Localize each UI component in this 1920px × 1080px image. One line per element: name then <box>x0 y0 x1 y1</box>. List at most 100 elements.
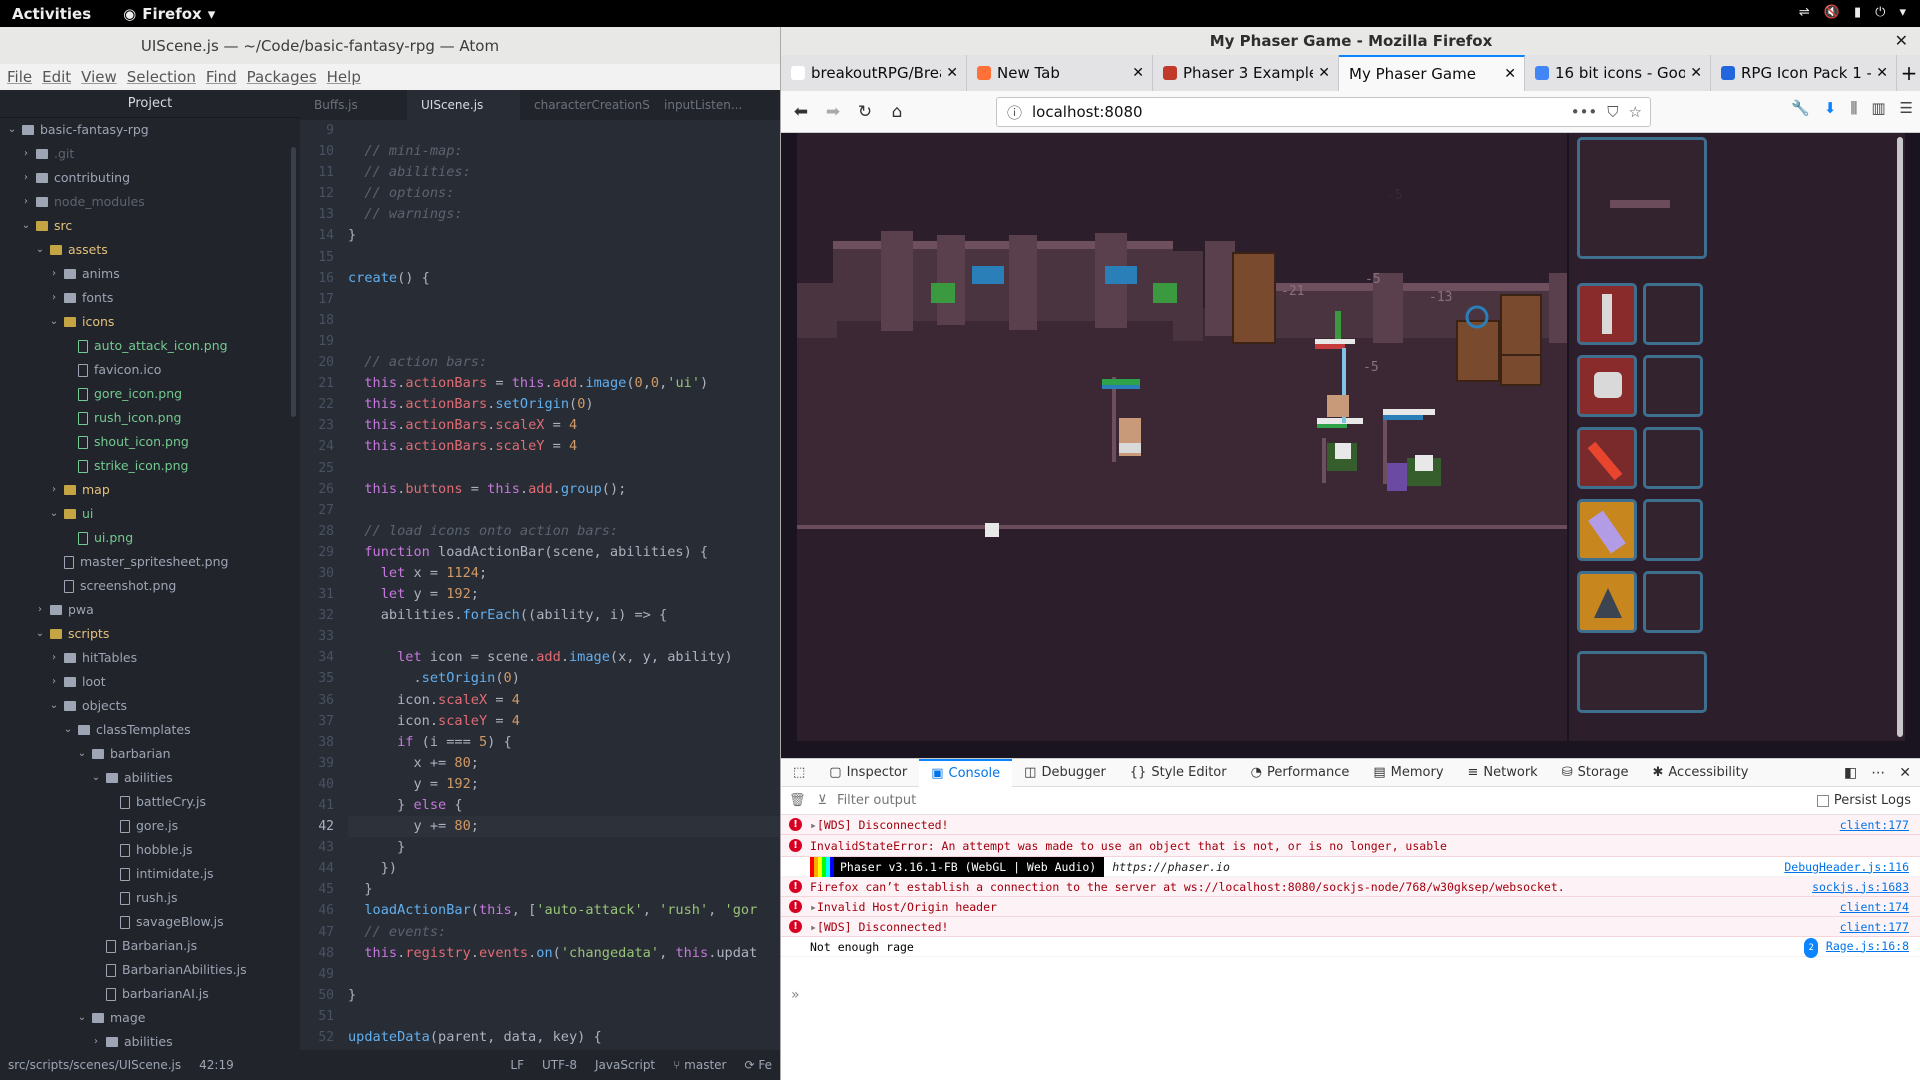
console-message[interactable]: Phaser v3.16.1-FB (WebGL | Web Audio) htt… <box>781 856 1920 877</box>
menu-file[interactable]: File <box>7 68 32 86</box>
tree-file[interactable]: master_spritesheet.png <box>0 550 300 574</box>
editor-tab[interactable]: characterCreationS... <box>520 90 650 120</box>
action-slot-strike[interactable] <box>1577 571 1637 633</box>
filter-output-input[interactable] <box>837 793 1438 808</box>
expand-arrow-icon[interactable]: ▸ <box>810 917 817 937</box>
action-slot-empty[interactable] <box>1643 427 1703 489</box>
action-slot-empty[interactable] <box>1643 283 1703 345</box>
tree-file[interactable]: intimidate.js <box>0 862 300 886</box>
tree-folder[interactable]: › hitTables <box>0 646 300 670</box>
tree-folder[interactable]: › .git <box>0 142 300 166</box>
devtools-tab-style-editor[interactable]: {} Style Editor <box>1118 759 1239 787</box>
browser-tab[interactable]: Phaser 3 Examples ✕ <box>1153 55 1339 91</box>
library-icon[interactable]: ⫼ <box>1850 99 1857 117</box>
tree-folder[interactable]: ⌄ classTemplates <box>0 718 300 742</box>
tab-close-icon[interactable]: ✕ <box>1318 55 1330 91</box>
tree-folder[interactable]: ⌄ basic-fantasy-rpg <box>0 118 300 142</box>
back-icon[interactable]: ⬅ <box>785 102 817 122</box>
status-encoding[interactable]: UTF-8 <box>542 1058 577 1072</box>
page-actions-icon[interactable]: ••• <box>1571 103 1598 121</box>
tree-folder[interactable]: › loot <box>0 670 300 694</box>
tree-file[interactable]: rush.js <box>0 886 300 910</box>
tree-folder[interactable]: › anims <box>0 262 300 286</box>
menu-packages[interactable]: Packages <box>247 68 317 86</box>
url-bar[interactable]: ⓘ localhost:8080 ••• ⛉ ☆ <box>996 97 1651 127</box>
console-source-link[interactable]: client:177 <box>1840 815 1909 835</box>
devtools-tab-console[interactable]: ▣ Console <box>919 758 1013 787</box>
status-fetch[interactable]: ⟳ Fe <box>744 1058 772 1072</box>
browser-tab[interactable]: New Tab ✕ <box>967 55 1153 91</box>
action-slot-empty[interactable] <box>1643 355 1703 417</box>
tree-scrollbar[interactable] <box>291 147 296 417</box>
tree-file[interactable]: auto_attack_icon.png <box>0 334 300 358</box>
console-message[interactable]: ! InvalidStateError: An attempt was made … <box>781 835 1920 857</box>
reload-icon[interactable]: ↻ <box>849 102 881 122</box>
tree-folder[interactable]: ⌄ objects <box>0 694 300 718</box>
tree-folder[interactable]: › pwa <box>0 598 300 622</box>
tab-close-icon[interactable]: ✕ <box>1132 55 1144 91</box>
action-slot-gore[interactable] <box>1577 427 1637 489</box>
tab-close-icon[interactable]: ✕ <box>1504 57 1516 91</box>
menu-view[interactable]: View <box>81 68 117 86</box>
game-canvas[interactable]: -5 -21 -13 -5 -5 <box>797 133 1567 741</box>
activities-button[interactable]: Activities <box>12 5 91 23</box>
tab-close-icon[interactable]: ✕ <box>946 55 958 91</box>
action-slot-auto-attack[interactable] <box>1577 283 1637 345</box>
console-message[interactable]: ! ▸ [WDS] Disconnected! client:177 <box>781 815 1920 835</box>
console-source-link[interactable]: client:174 <box>1840 897 1909 917</box>
devtools-tab-accessibility[interactable]: ✱ Accessibility <box>1640 759 1760 787</box>
action-slot-shout[interactable] <box>1577 499 1637 561</box>
console-source-link[interactable]: sockjs.js:1683 <box>1812 877 1909 897</box>
editor-tab[interactable]: Buffs.js <box>300 90 407 120</box>
tree-folder[interactable]: › map <box>0 478 300 502</box>
bookmark-star-icon[interactable]: ☆ <box>1629 103 1642 121</box>
console-source-link[interactable]: DebugHeader.js:116 <box>1784 857 1909 877</box>
tree-file[interactable]: battleCry.js <box>0 790 300 814</box>
devtools-tab-performance[interactable]: ◔ Performance <box>1239 759 1362 787</box>
dock-icon[interactable]: ◧ <box>1844 765 1857 781</box>
tree-folder[interactable]: ⌄ icons <box>0 310 300 334</box>
tree-file[interactable]: shout_icon.png <box>0 430 300 454</box>
sidebar-icon[interactable]: ▥ <box>1871 99 1885 117</box>
tree-file[interactable]: gore_icon.png <box>0 382 300 406</box>
persist-logs-checkbox[interactable] <box>1816 794 1829 807</box>
expand-arrow-icon[interactable]: ▸ <box>810 897 817 917</box>
devtools-tab-storage[interactable]: ⛁ Storage <box>1550 759 1641 787</box>
menu-selection[interactable]: Selection <box>127 68 196 86</box>
menu-edit[interactable]: Edit <box>42 68 71 86</box>
console-message[interactable]: Not enough rage 2 Rage.js:16:8 <box>781 936 1920 958</box>
window-close-icon[interactable]: ✕ <box>1895 31 1908 50</box>
tree-file[interactable]: BarbarianAbilities.js <box>0 958 300 982</box>
action-slot-empty[interactable] <box>1643 499 1703 561</box>
tree-file[interactable]: rush_icon.png <box>0 406 300 430</box>
browser-tab[interactable]: 16 bit icons - Goog ✕ <box>1525 55 1711 91</box>
tree-file[interactable]: hobble.js <box>0 838 300 862</box>
tree-file[interactable]: barbarianAI.js <box>0 982 300 1006</box>
status-grammar[interactable]: JavaScript <box>595 1058 655 1072</box>
app-menu[interactable]: ◉ Firefox ▾ <box>123 5 215 23</box>
menu-find[interactable]: Find <box>206 68 237 86</box>
menu-help[interactable]: Help <box>327 68 361 86</box>
console-message[interactable]: ! Firefox can’t establish a connection to… <box>781 877 1920 897</box>
devtools-tab-inspector[interactable]: ▢ Inspector <box>817 759 919 787</box>
browser-tab[interactable]: My Phaser Game ✕ <box>1339 55 1525 91</box>
expand-arrow-icon[interactable]: ▸ <box>810 815 817 835</box>
home-icon[interactable]: ⌂ <box>881 102 913 122</box>
tree-folder[interactable]: ⌄ mage <box>0 1006 300 1030</box>
editor-tab[interactable]: UIScene.js <box>407 90 520 120</box>
persist-logs-toggle[interactable]: Persist Logs <box>1816 793 1911 808</box>
trash-icon[interactable]: 🗑 <box>789 793 806 808</box>
status-git-branch[interactable]: ⑂ master <box>673 1058 726 1072</box>
tree-file[interactable]: screenshot.png <box>0 574 300 598</box>
tree-folder[interactable]: › node_modules <box>0 190 300 214</box>
tree-file[interactable]: savageBlow.js <box>0 910 300 934</box>
browser-tab[interactable]: RPG Icon Pack 1 - I ✕ <box>1711 55 1897 91</box>
code-area[interactable]: // mini-map: // abilities: // options: /… <box>348 120 780 1050</box>
tree-file[interactable]: ui.png <box>0 526 300 550</box>
tree-file[interactable]: Barbarian.js <box>0 934 300 958</box>
console-message[interactable]: ! ▸ Invalid Host/Origin header client:174 <box>781 897 1920 917</box>
system-tray[interactable]: ⇌ 🔇 ▮ ⏻ ▾ <box>1799 5 1906 20</box>
console-source-link[interactable]: 2 Rage.js:16:8 <box>1804 936 1909 958</box>
status-line-ending[interactable]: LF <box>510 1058 524 1072</box>
download-icon[interactable]: ⬇ <box>1824 99 1837 117</box>
